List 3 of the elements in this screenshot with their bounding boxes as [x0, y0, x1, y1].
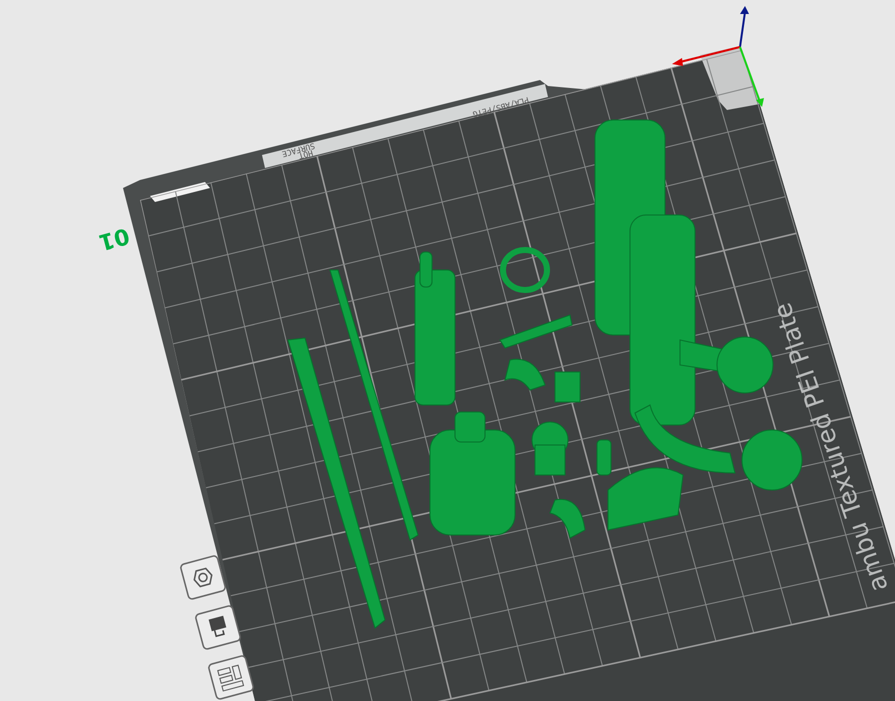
bezel-cutout: [150, 182, 210, 202]
corner-patch: [700, 46, 760, 110]
plate-number: 01: [96, 222, 132, 254]
